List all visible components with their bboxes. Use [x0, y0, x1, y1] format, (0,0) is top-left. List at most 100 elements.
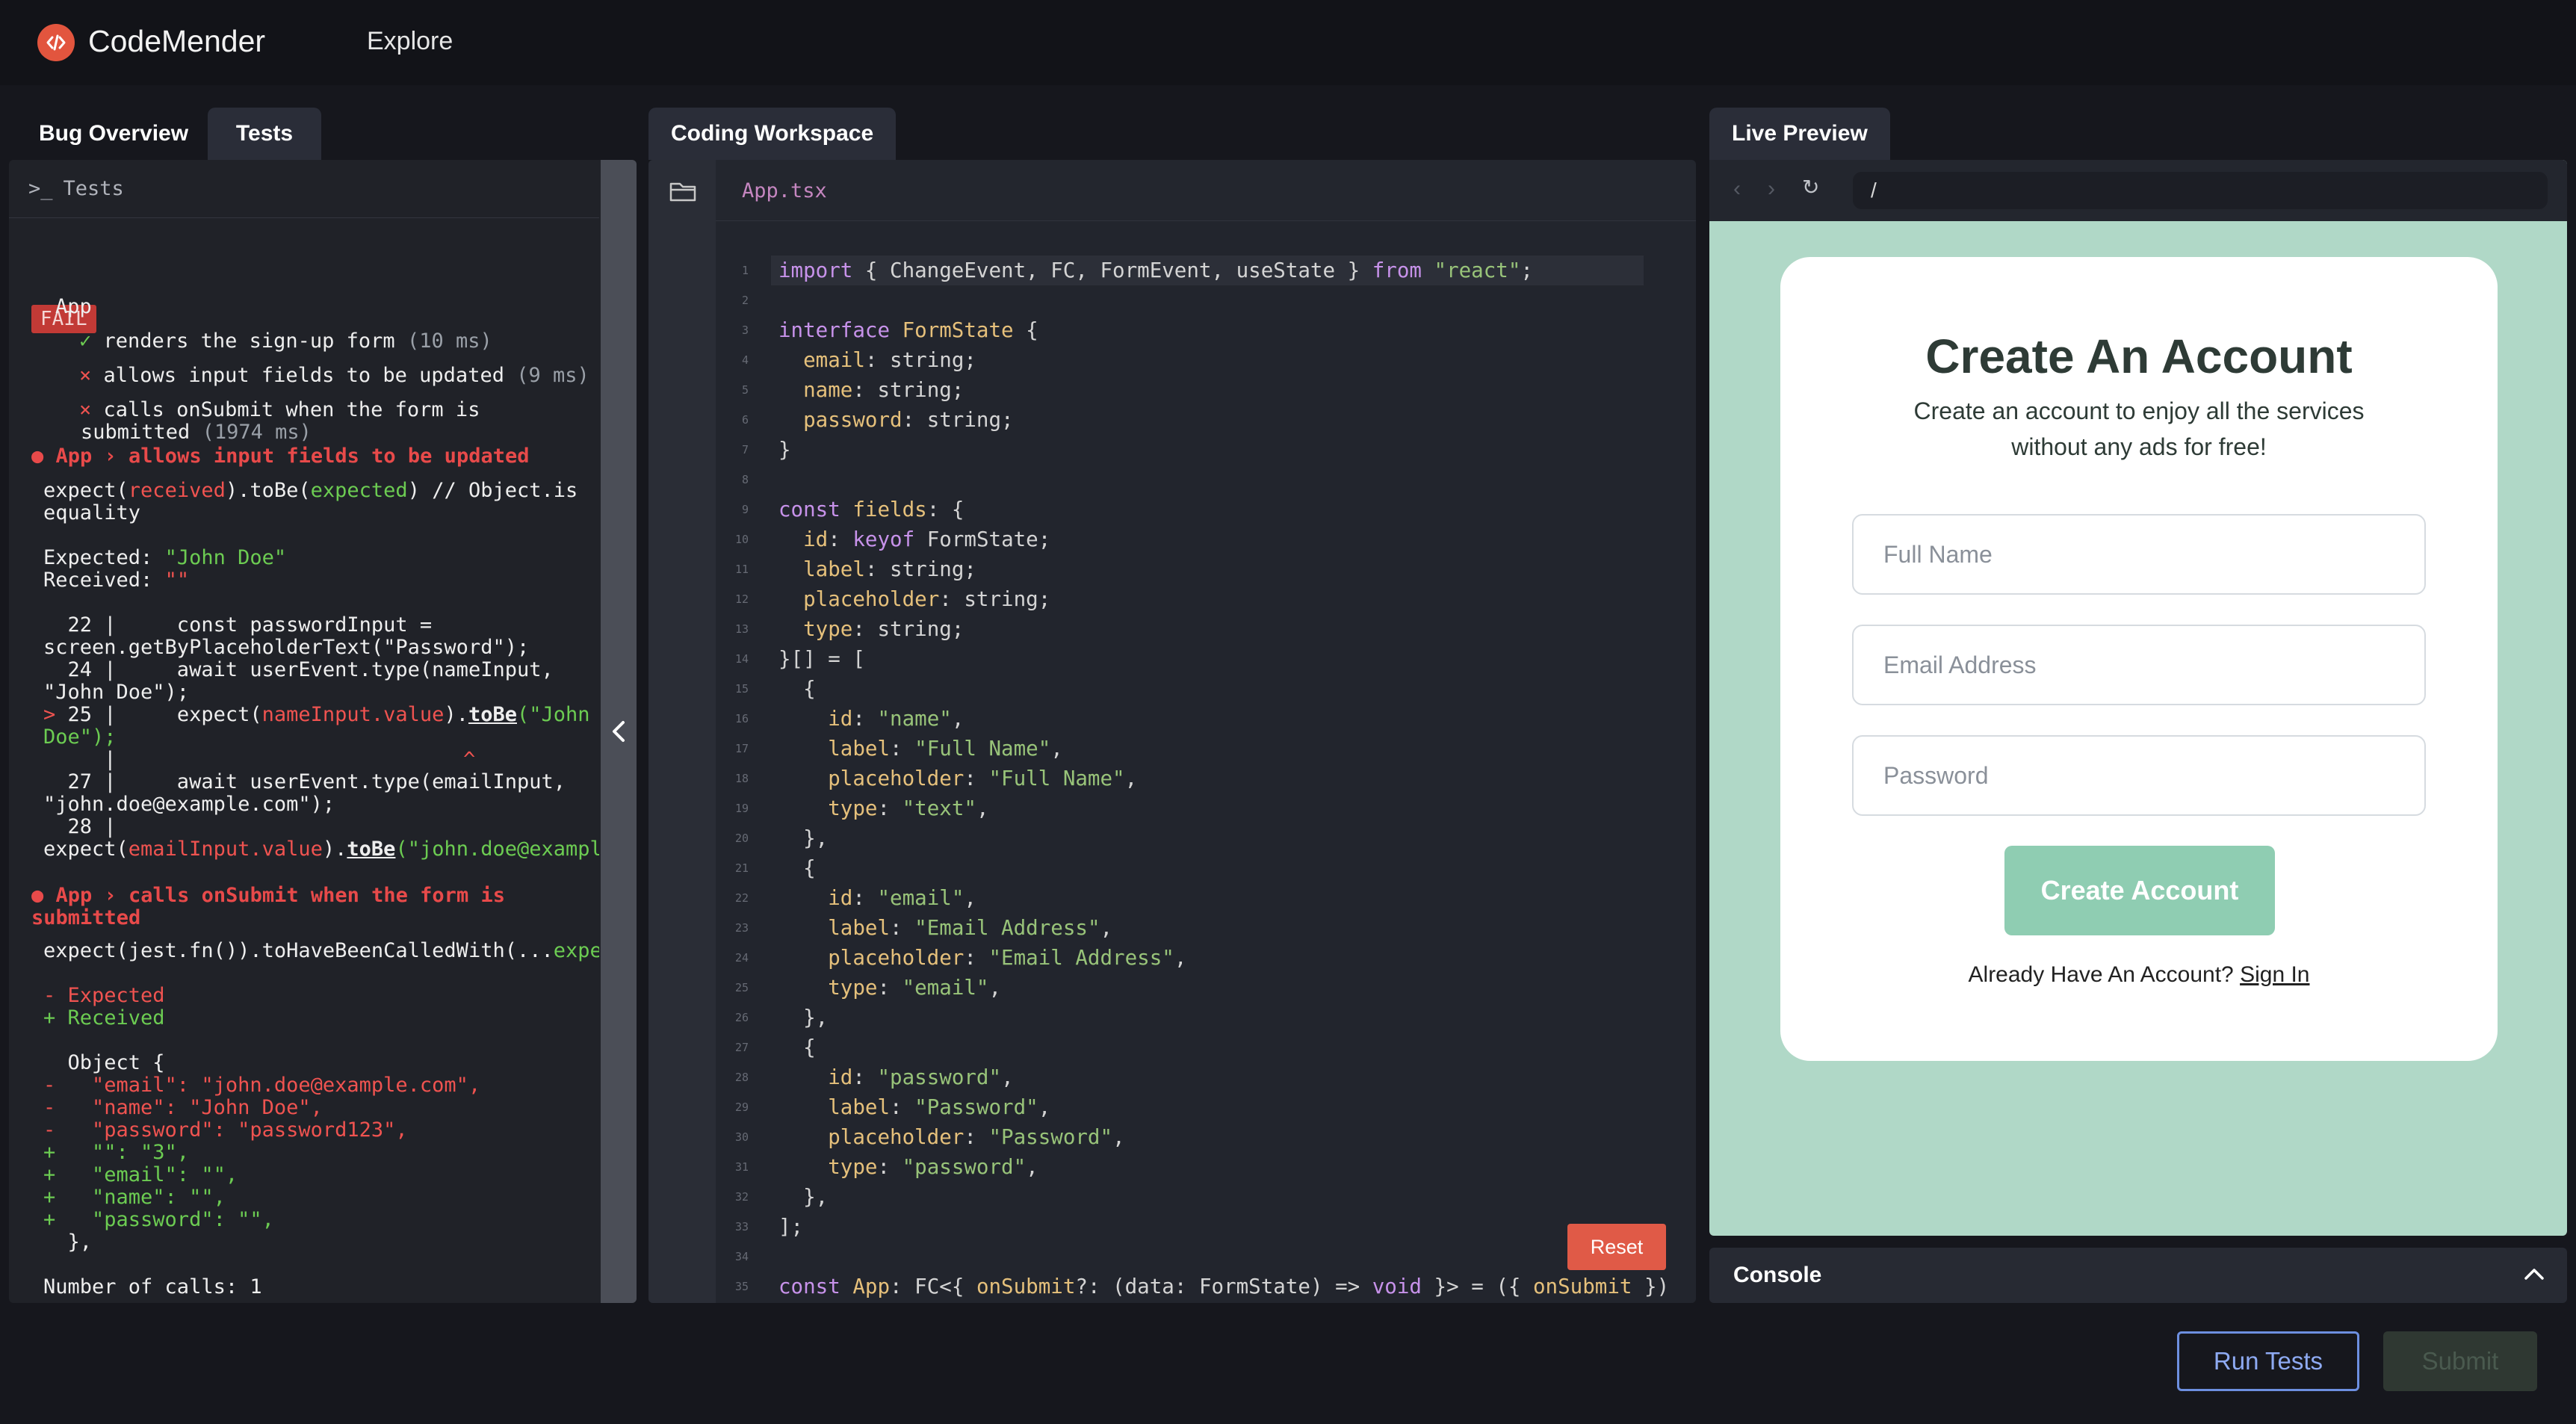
code-line[interactable]: 29 label: "Password", — [716, 1092, 1696, 1122]
code-line[interactable]: 32 }, — [716, 1182, 1696, 1212]
code-line[interactable]: 3 interface FormState { — [716, 315, 1696, 345]
line-number: 16 — [734, 712, 749, 725]
code-text: id: "password", — [828, 1065, 1014, 1089]
code-line[interactable]: 28 id: "password", — [716, 1062, 1696, 1092]
code-line[interactable]: 12 placeholder: string; — [716, 584, 1696, 614]
email-input[interactable] — [1852, 625, 2426, 705]
line-number: 8 — [741, 473, 749, 486]
code-line[interactable]: 25 type: "email", — [716, 973, 1696, 1003]
brand-name[interactable]: CodeMender — [88, 24, 265, 59]
code-line[interactable]: 19 type: "text", — [716, 793, 1696, 823]
line-number: 33 — [734, 1220, 749, 1233]
code-line[interactable]: 21 { — [716, 853, 1696, 883]
code-line[interactable]: 35 const App: FC<{ onSubmit?: (data: Form… — [716, 1272, 1696, 1301]
chevron-up-icon[interactable] — [2524, 1267, 2545, 1281]
code-line[interactable]: 31 type: "password", — [716, 1152, 1696, 1182]
error-expect-line: expect(jest.fn()).toHaveBeenCalledWith(.… — [43, 939, 599, 962]
code-line[interactable]: 16 id: "name", — [716, 704, 1696, 734]
code-text: type: "password", — [828, 1155, 1038, 1179]
code-text: placeholder: "Full Name", — [828, 767, 1138, 790]
code-line[interactable]: 6 password: string; — [716, 405, 1696, 435]
code-text: { — [778, 856, 816, 880]
code-text: { — [778, 677, 816, 701]
tests-output[interactable]: FAIL App ✓ renders the sign-up form (10 … — [9, 218, 599, 1303]
code-logo-icon[interactable] — [37, 24, 75, 61]
received-line: Received: "" — [43, 569, 190, 592]
test-result: ✓ renders the sign-up form (10 ms) — [79, 329, 492, 353]
file-tab-app-tsx[interactable]: App.tsx — [742, 179, 827, 202]
code-line[interactable]: 26 }, — [716, 1003, 1696, 1033]
code-line[interactable]: 17 label: "Full Name", — [716, 734, 1696, 764]
line-number: 5 — [741, 383, 749, 397]
code-frame-line: 28 | — [43, 815, 117, 838]
code-line[interactable]: 18 placeholder: "Full Name", — [716, 764, 1696, 793]
code-line[interactable]: 1 import { ChangeEvent, FC, FormEvent, us… — [742, 256, 1644, 285]
collapse-panel-button[interactable] — [601, 160, 637, 1303]
code-line[interactable]: 5 name: string; — [716, 375, 1696, 405]
line-number: 35 — [734, 1280, 749, 1293]
already-have-account: Already Have An Account? Sign In — [1968, 962, 2310, 987]
code-line[interactable]: 30 placeholder: "Password", — [716, 1122, 1696, 1152]
line-number: 20 — [734, 832, 749, 845]
code-line[interactable]: 36 { — [716, 1301, 1696, 1303]
tab-coding-workspace[interactable]: Coding Workspace — [648, 108, 897, 160]
submit-button[interactable]: Submit — [2383, 1331, 2537, 1391]
code-line[interactable]: 9 const fields: { — [716, 495, 1696, 524]
url-field[interactable]: / — [1853, 172, 2548, 209]
tab-bug-overview[interactable]: Bug Overview — [16, 108, 211, 160]
back-icon[interactable]: ‹ — [1733, 176, 1741, 202]
sign-in-link[interactable]: Sign In — [2240, 962, 2309, 987]
chevron-left-icon — [613, 721, 625, 742]
code-line[interactable]: 22 id: "email", — [716, 883, 1696, 913]
code-text: placeholder: "Email Address", — [828, 946, 1187, 970]
code-line[interactable]: 33]; — [716, 1212, 1696, 1242]
code-line[interactable]: 14}[] = [ — [716, 644, 1696, 674]
live-preview-panel: ‹ › ↻ / Create An Account Create an acco… — [1709, 160, 2567, 1236]
code-frame-line: 24 | await userEvent.type(nameInput, — [43, 658, 554, 681]
code-text: } — [778, 438, 791, 462]
code-editor[interactable]: 1 import { ChangeEvent, FC, FormEvent, us… — [716, 221, 1696, 1303]
code-line[interactable]: 27 { — [716, 1033, 1696, 1062]
line-number: 31 — [734, 1160, 749, 1174]
code-line[interactable]: 10 id: keyof FormState; — [716, 524, 1696, 554]
suite-name: App — [55, 295, 92, 318]
test-result-cont: submitted (1974 ms) — [81, 421, 312, 444]
code-frame-line: > 25 | expect(nameInput.value).toBe("Joh… — [43, 703, 590, 726]
tab-live-preview[interactable]: Live Preview — [1709, 108, 1890, 160]
code-line[interactable]: 13 type: string; — [716, 614, 1696, 644]
reset-button[interactable]: Reset — [1567, 1224, 1666, 1270]
password-input[interactable] — [1852, 735, 2426, 816]
line-number: 34 — [734, 1250, 749, 1263]
code-text: const App: FC<{ onSubmit?: (data: FormSt… — [778, 1275, 1670, 1298]
create-account-button[interactable]: Create Account — [2004, 846, 2275, 935]
code-text: ]; — [778, 1215, 804, 1239]
diff-line: Object { — [43, 1051, 165, 1074]
code-line[interactable]: 23 label: "Email Address", — [716, 913, 1696, 943]
code-text: }, — [778, 826, 829, 850]
code-text: }[] = [ — [778, 647, 865, 671]
console-bar[interactable]: Console — [1709, 1248, 2567, 1303]
folder-icon[interactable] — [669, 181, 698, 207]
code-line[interactable]: 8 — [716, 465, 1696, 495]
nav-explore-link[interactable]: Explore — [367, 27, 453, 56]
code-line[interactable]: 4 email: string; — [716, 345, 1696, 375]
code-line[interactable]: 34 — [716, 1242, 1696, 1272]
reload-icon[interactable]: ↻ — [1802, 175, 1819, 199]
full-name-input[interactable] — [1852, 514, 2426, 595]
code-line[interactable]: 24 placeholder: "Email Address", — [716, 943, 1696, 973]
run-tests-button[interactable]: Run Tests — [2177, 1331, 2359, 1391]
line-number: 30 — [734, 1130, 749, 1144]
code-line[interactable]: 15 { — [716, 674, 1696, 704]
line-number: 7 — [741, 443, 749, 456]
diff-line: - "email": "john.doe@example.com", — [43, 1074, 481, 1097]
code-text: email: string; — [803, 348, 976, 372]
code-line[interactable]: 2 — [716, 285, 1696, 315]
code-text: type: "email", — [828, 976, 1002, 1000]
tab-tests[interactable]: Tests — [208, 108, 321, 160]
forward-icon[interactable]: › — [1768, 176, 1775, 202]
code-line[interactable]: 20 }, — [716, 823, 1696, 853]
top-bar: CodeMender Explore — [0, 0, 2576, 85]
code-line[interactable]: 7} — [716, 435, 1696, 465]
code-line[interactable]: 11 label: string; — [716, 554, 1696, 584]
file-explorer-strip — [648, 160, 716, 1303]
